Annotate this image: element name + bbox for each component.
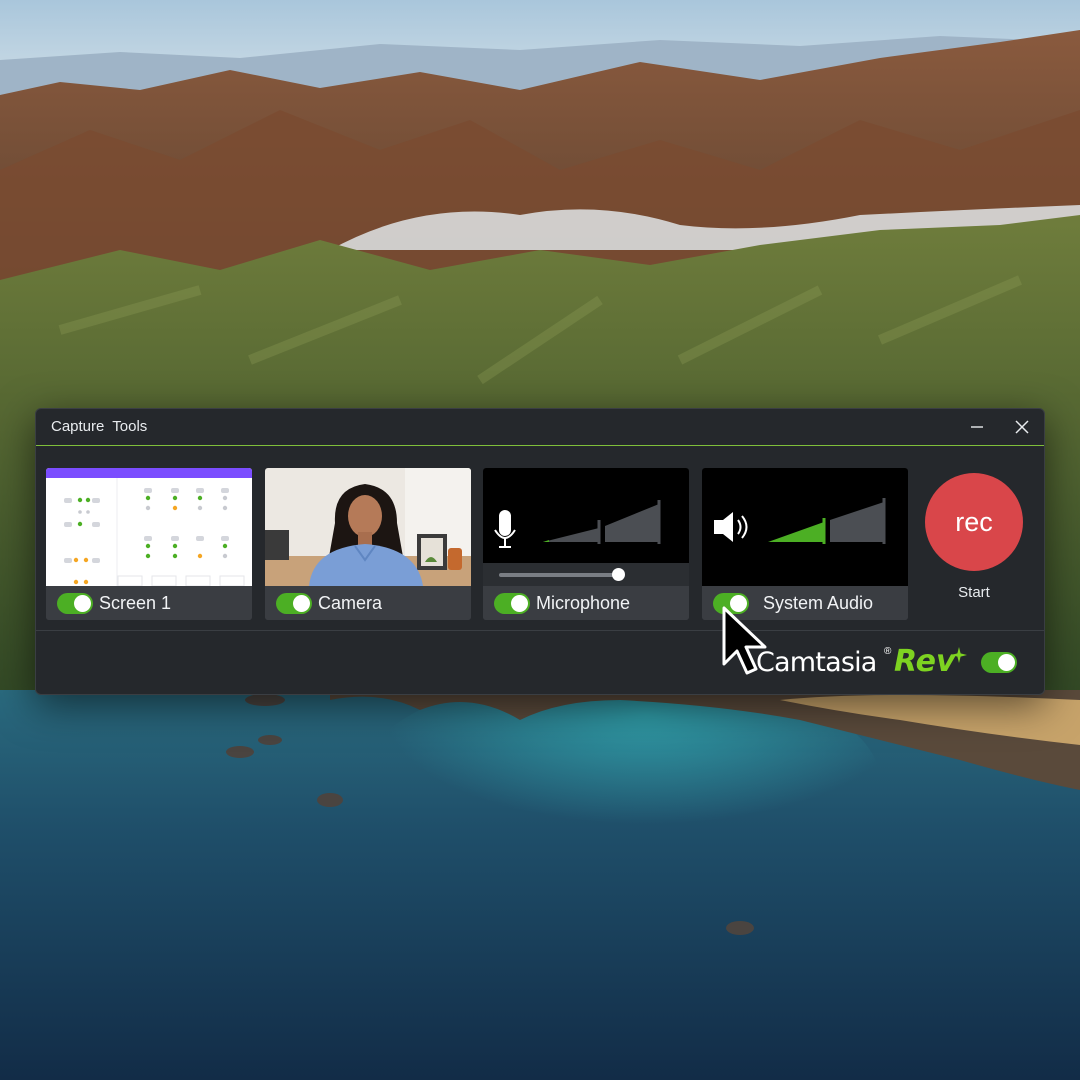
start-label: Start — [958, 584, 990, 601]
minimize-button[interactable] — [963, 415, 991, 439]
camera-label: Camera — [318, 593, 383, 613]
system-audio-level-preview — [702, 468, 908, 586]
toggle-knob — [511, 595, 528, 612]
screen-label: Screen 1 — [99, 593, 172, 613]
toggle-knob — [998, 654, 1015, 671]
microphone-level-preview — [483, 468, 689, 563]
system-audio-source-panel[interactable]: System Audio — [702, 468, 908, 620]
camera-preview-thumbnail — [265, 468, 471, 586]
camera-toggle[interactable] — [276, 593, 312, 614]
close-button[interactable] — [1008, 415, 1036, 439]
brand-product: Rev — [894, 644, 956, 679]
mouse-pointer-icon — [722, 606, 767, 675]
brand-registered-mark: ® — [884, 646, 892, 657]
system-audio-label: System Audio — [763, 593, 874, 613]
camera-panel-footer: Camera — [265, 586, 471, 620]
microphone-source-panel[interactable]: Microphone — [483, 468, 689, 620]
brand-name: Camtasia — [756, 647, 877, 678]
screen-preview-thumbnail — [46, 468, 252, 586]
microphone-volume-slider[interactable] — [483, 563, 689, 586]
microphone-panel-footer: Microphone — [483, 586, 689, 620]
capture-tools-window: Capture Tools Screen 1 Camera Microphone… — [35, 408, 1045, 695]
record-button[interactable]: rec — [925, 473, 1023, 571]
rev-toggle[interactable] — [981, 652, 1017, 673]
slider-track — [499, 573, 619, 577]
slider-thumb[interactable] — [612, 568, 625, 581]
minimize-icon — [971, 426, 983, 428]
toggle-knob — [74, 595, 91, 612]
screen-panel-footer: Screen 1 — [46, 586, 252, 620]
screen-toggle[interactable] — [57, 593, 93, 614]
sparkle-icon — [951, 647, 967, 663]
toggle-knob — [293, 595, 310, 612]
title-bar: Capture Tools — [36, 409, 1044, 446]
camera-source-panel[interactable]: Camera — [265, 468, 471, 620]
microphone-label: Microphone — [536, 593, 631, 613]
screen-source-panel[interactable]: Screen 1 — [46, 468, 252, 620]
footer-divider — [36, 630, 1044, 631]
microphone-toggle[interactable] — [494, 593, 530, 614]
window-title: Capture Tools — [51, 418, 148, 435]
close-icon — [1015, 420, 1029, 434]
